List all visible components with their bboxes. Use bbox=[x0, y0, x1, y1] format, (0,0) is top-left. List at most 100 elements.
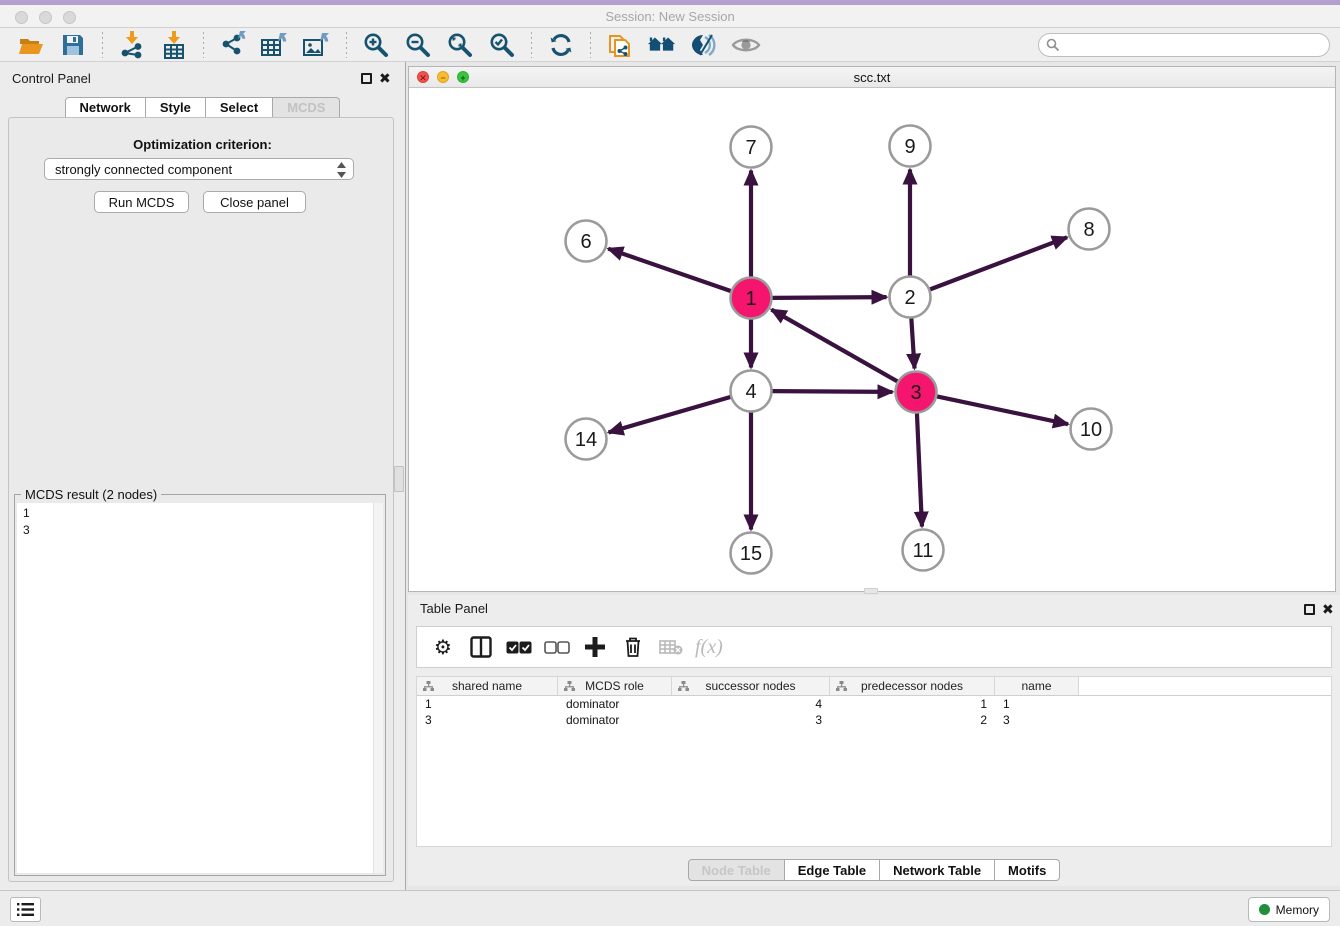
network-graph[interactable]: 7 9 6 8 1 2 4 3 14 10 15 11 bbox=[409, 88, 1335, 591]
tab-node-table[interactable]: Node Table bbox=[688, 859, 785, 881]
open-session-icon[interactable] bbox=[16, 30, 46, 60]
edge-1-to-6[interactable] bbox=[608, 249, 730, 291]
column-header-shared-name[interactable]: shared name bbox=[417, 677, 558, 695]
table-row[interactable]: 1dominator411 bbox=[417, 696, 1331, 712]
close-panel-button[interactable]: Close panel bbox=[203, 191, 306, 213]
edge-2-to-3[interactable] bbox=[911, 318, 914, 368]
splitter-handle[interactable] bbox=[394, 466, 404, 492]
edge-4-to-3[interactable] bbox=[772, 391, 892, 392]
mcds-result-scrollbar[interactable] bbox=[373, 503, 383, 873]
tab-style[interactable]: Style bbox=[146, 97, 206, 118]
mcds-result-title: MCDS result (2 nodes) bbox=[21, 487, 161, 502]
column-sort-icon[interactable] bbox=[423, 681, 434, 695]
refresh-layout-icon[interactable] bbox=[546, 30, 576, 60]
tab-select[interactable]: Select bbox=[206, 97, 273, 118]
toolbar-separator bbox=[203, 32, 204, 58]
column-sort-icon[interactable] bbox=[678, 681, 689, 695]
svg-text:7: 7 bbox=[745, 137, 756, 159]
svg-text:15: 15 bbox=[740, 543, 762, 565]
svg-text:2: 2 bbox=[904, 287, 915, 309]
optimization-criterion-label: Optimization criterion: bbox=[0, 137, 405, 152]
zoom-selected-icon[interactable] bbox=[487, 30, 517, 60]
edge-3-to-1[interactable] bbox=[771, 310, 897, 382]
zoom-in-icon[interactable] bbox=[361, 30, 391, 60]
close-table-panel-icon[interactable]: ✖ bbox=[1322, 603, 1334, 615]
import-network-icon[interactable] bbox=[117, 30, 147, 60]
panel-splitter[interactable] bbox=[405, 62, 406, 890]
node-3[interactable]: 3 bbox=[896, 372, 937, 413]
table-toolbar: ⚙ f(x) bbox=[416, 626, 1332, 668]
cell-shared-name: 1 bbox=[417, 696, 558, 712]
run-mcds-button[interactable]: Run MCDS bbox=[94, 191, 189, 213]
network-canvas[interactable]: 7 9 6 8 1 2 4 3 14 10 15 11 bbox=[409, 88, 1335, 591]
node-table[interactable]: shared nameMCDS rolesuccessor nodesprede… bbox=[416, 676, 1332, 847]
tab-network-table[interactable]: Network Table bbox=[880, 859, 995, 881]
zoom-out-icon[interactable] bbox=[403, 30, 433, 60]
edge-3-to-10[interactable] bbox=[937, 396, 1068, 424]
column-header-name[interactable]: name bbox=[995, 677, 1079, 695]
node-11[interactable]: 11 bbox=[903, 530, 944, 571]
task-history-list-button[interactable] bbox=[10, 897, 41, 922]
home-networks-icon[interactable] bbox=[647, 30, 677, 60]
column-sort-icon[interactable] bbox=[564, 681, 575, 695]
node-1[interactable]: 1 bbox=[731, 278, 772, 319]
criterion-dropdown[interactable]: strongly connected component bbox=[44, 158, 354, 180]
mcds-result-line: 3 bbox=[23, 522, 373, 539]
node-4[interactable]: 4 bbox=[731, 371, 772, 412]
edge-3-to-11[interactable] bbox=[917, 413, 922, 526]
function-builder-icon: f(x) bbox=[695, 636, 723, 659]
zoom-fit-icon[interactable] bbox=[445, 30, 475, 60]
style-brush-icon[interactable] bbox=[689, 30, 719, 60]
network-window-titlebar[interactable]: ✕ − + scc.txt bbox=[409, 67, 1335, 88]
tab-edge-table[interactable]: Edge Table bbox=[785, 859, 880, 881]
export-image-icon[interactable] bbox=[302, 30, 332, 60]
close-panel-icon[interactable]: ✖ bbox=[379, 72, 391, 84]
node-2[interactable]: 2 bbox=[890, 277, 931, 318]
table-row[interactable]: 3dominator323 bbox=[417, 712, 1331, 728]
edge-4-to-14[interactable] bbox=[609, 397, 731, 432]
export-table-icon[interactable] bbox=[260, 30, 290, 60]
cell-MCDS-role: dominator bbox=[558, 696, 672, 712]
show-hide-eye-icon[interactable] bbox=[731, 30, 761, 60]
node-table-rows: 1dominator4113dominator323 bbox=[417, 696, 1331, 728]
network-resize-handle[interactable] bbox=[864, 588, 878, 594]
deselect-all-columns-icon[interactable] bbox=[543, 633, 571, 661]
column-header-MCDS-role[interactable]: MCDS role bbox=[558, 677, 672, 695]
node-8[interactable]: 8 bbox=[1069, 209, 1110, 250]
delete-column-trash-icon[interactable] bbox=[619, 633, 647, 661]
copy-network-icon[interactable] bbox=[605, 30, 635, 60]
import-table-icon[interactable] bbox=[159, 30, 189, 60]
float-table-panel-icon[interactable] bbox=[1304, 604, 1315, 615]
memory-status-dot bbox=[1259, 904, 1270, 915]
search-input[interactable] bbox=[1038, 33, 1330, 57]
node-14[interactable]: 14 bbox=[566, 419, 607, 460]
table-settings-gear-icon[interactable]: ⚙ bbox=[429, 633, 457, 661]
mcds-result-text[interactable]: 13 bbox=[17, 503, 373, 873]
node-6[interactable]: 6 bbox=[566, 221, 607, 262]
tab-motifs[interactable]: Motifs bbox=[995, 859, 1060, 881]
create-column-plus-icon[interactable] bbox=[581, 633, 609, 661]
node-15[interactable]: 15 bbox=[731, 533, 772, 574]
search-field[interactable] bbox=[1038, 33, 1330, 57]
mcds-result-group: MCDS result (2 nodes) 13 bbox=[14, 494, 386, 876]
titlebar[interactable]: Session: New Session bbox=[0, 5, 1340, 28]
tab-network[interactable]: Network bbox=[65, 97, 146, 118]
node-10[interactable]: 10 bbox=[1071, 409, 1112, 450]
column-header-predecessor-nodes[interactable]: predecessor nodes bbox=[830, 677, 995, 695]
edge-1-to-2[interactable] bbox=[772, 297, 886, 298]
save-session-icon[interactable] bbox=[58, 30, 88, 60]
tab-mcds[interactable]: MCDS bbox=[273, 97, 340, 118]
cell-predecessor-nodes: 2 bbox=[830, 712, 995, 728]
node-7[interactable]: 7 bbox=[731, 127, 772, 168]
select-all-columns-icon[interactable] bbox=[505, 633, 533, 661]
edge-2-to-8[interactable] bbox=[930, 237, 1067, 289]
memory-button[interactable]: Memory bbox=[1248, 897, 1330, 922]
float-panel-icon[interactable] bbox=[361, 73, 372, 84]
node-9[interactable]: 9 bbox=[890, 126, 931, 167]
show-columns-icon[interactable] bbox=[467, 633, 495, 661]
column-sort-icon[interactable] bbox=[836, 681, 847, 695]
toolbar-separator bbox=[346, 32, 347, 58]
delete-table-icon bbox=[657, 633, 685, 661]
export-network-icon[interactable] bbox=[218, 30, 248, 60]
column-header-successor-nodes[interactable]: successor nodes bbox=[672, 677, 830, 695]
